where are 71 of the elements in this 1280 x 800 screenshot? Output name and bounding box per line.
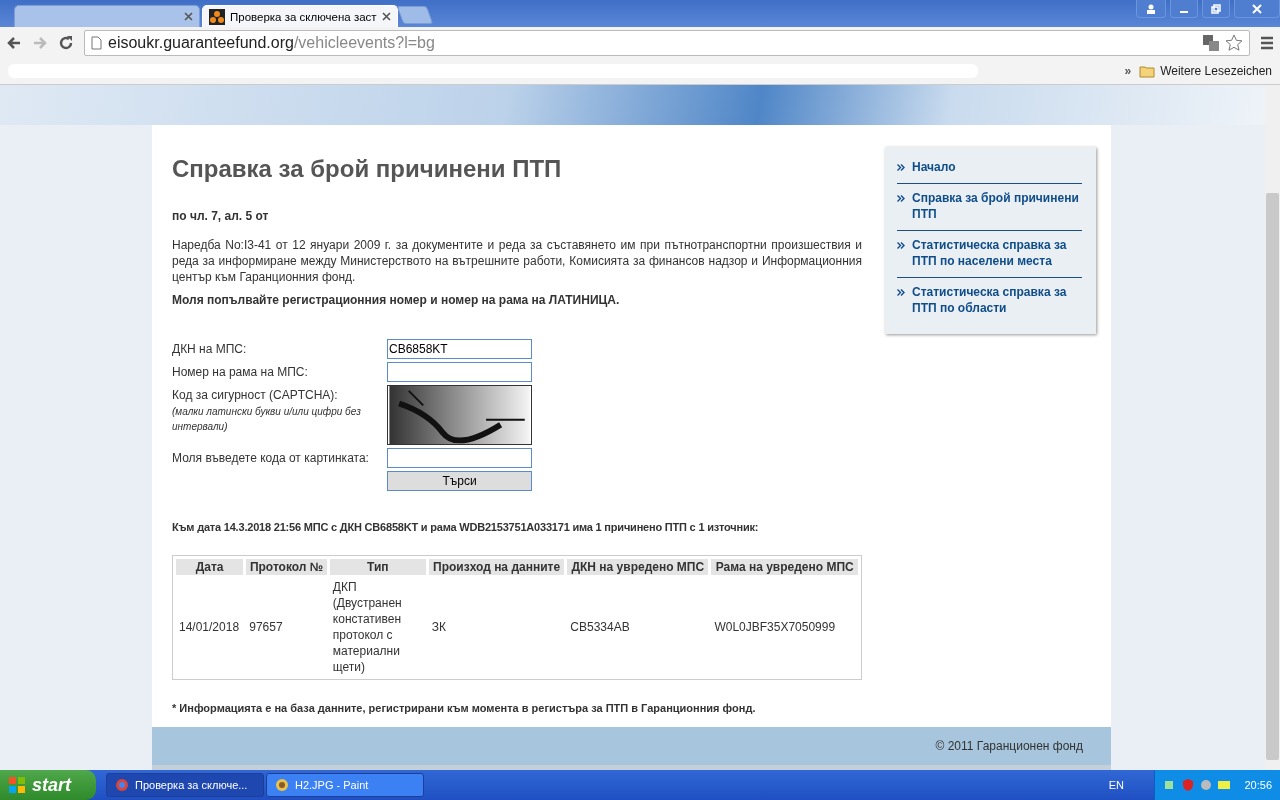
language-indicator[interactable]: EN [1108, 779, 1124, 791]
close-icon[interactable] [381, 12, 391, 21]
tab-title: Проверка за сключена заст [230, 10, 377, 23]
taskbar-button[interactable]: H2.JPG - Paint [266, 773, 424, 797]
chevron-icon [897, 289, 905, 296]
page-title: Справка за брой причинени ПТП [172, 155, 563, 183]
input-field[interactable] [387, 362, 532, 382]
search-button[interactable]: Търси [387, 471, 532, 491]
table-cell: CB5334AB [570, 620, 630, 634]
menu-icon[interactable] [1260, 35, 1274, 50]
start-button[interactable]: start [0, 770, 96, 800]
back-arrow-icon[interactable] [6, 34, 22, 51]
app-icon [275, 778, 289, 792]
footnote: * Информацията е на база данните, регистрирани към момента в регистъра за ПТП в Гаранционния фонд. [172, 702, 757, 714]
site-logo-icon [209, 8, 225, 25]
new-tab-button[interactable] [396, 6, 433, 24]
reload-icon[interactable] [58, 34, 74, 51]
field-label: Номер на рама на МПС: [172, 364, 309, 379]
more-bookmarks-button[interactable]: » [1124, 64, 1132, 78]
url-host: eisoukr.guaranteefund.org [108, 33, 294, 52]
subtitle: по чл. 7, ал. 5 от [172, 209, 270, 223]
minimize-icon [1180, 11, 1188, 13]
browser-tab[interactable]: Проверка за сключена заст [202, 5, 398, 27]
sidebar-link[interactable]: Статистическа справка за ПТП по населени места [897, 230, 1082, 277]
column-header: Рама на увредено МПС [711, 559, 858, 575]
column-header: Произход на данните [428, 559, 565, 575]
column-header: Тип [329, 559, 426, 575]
column-header: Дата [176, 559, 244, 575]
chevron-icon [897, 195, 905, 202]
minimize-button[interactable] [1170, 0, 1198, 18]
field-hint: (малки латински букви и/или цифри без интервали) [172, 405, 362, 434]
close-icon [1252, 3, 1262, 14]
column-header: ДКН на увредено МПС [567, 559, 709, 575]
table-cell: ДКП (Двустранен констативен протокол с материални щети) [332, 580, 402, 674]
clock: 20:56 [1244, 779, 1272, 791]
chevron-icon [897, 164, 905, 171]
sidebar-link[interactable]: Начало [897, 153, 1082, 183]
copyright-text: © 2011 Гаранционен фонд [935, 739, 1083, 753]
sidebar-link[interactable]: Справка за брой причинени ПТП [897, 183, 1082, 230]
restore-button[interactable] [1202, 0, 1230, 18]
sidebar-link[interactable]: Статистическа справка за ПТП по области [897, 277, 1082, 324]
field-label: Код за сигурност (CAPTCHA): [172, 387, 339, 402]
notice-text: Моля попълвайте регистрационния номер и номер на рама на ЛАТИНИЦА. [172, 293, 621, 307]
field-label: Моля въведете кода от картинката: [172, 450, 370, 465]
url-path: /vehicleevents?l=bg [293, 33, 435, 52]
column-header: Протокол № [246, 559, 327, 575]
taskbar-button[interactable]: Проверка за сключе... [106, 773, 264, 797]
table-cell: W0L0JBF35X7050999 [714, 620, 836, 634]
person-icon [1146, 3, 1156, 14]
profile-button[interactable] [1136, 0, 1166, 18]
star-icon[interactable] [1225, 33, 1243, 52]
windows-logo-icon [8, 776, 26, 794]
table-cell: 97657 [249, 620, 283, 634]
address-bar[interactable]: eisoukr.guaranteefund.org/vehicleevents?l=bg [84, 29, 1250, 56]
bookmark-folder[interactable]: Weitere Lesezeichen [1139, 64, 1272, 78]
page-icon [91, 35, 102, 50]
scrollbar[interactable] [1265, 85, 1280, 770]
app-icon [115, 778, 129, 792]
close-button[interactable] [1234, 0, 1280, 18]
close-icon[interactable] [184, 12, 193, 21]
table-cell: 14/01/2018 [179, 620, 240, 634]
tray-app-icon[interactable] [1217, 778, 1231, 792]
intro-paragraph: Наредба No:I3-41 от 12 януари 2009 г. за документите и реда за съставянето им при пътнотранспортни произшествия и реда за информиране между Министерството на вътрешните работи, Комисията за финансов надзор и Информационния център към Гаранционния фонд. [172, 237, 862, 285]
chevron-icon [897, 242, 905, 249]
field-label: ДКН на МПС: [172, 341, 248, 356]
folder-icon [1139, 64, 1156, 78]
input-field[interactable]: CB6858KT [387, 339, 532, 359]
input-field[interactable] [387, 448, 532, 468]
restore-icon [1211, 3, 1221, 14]
result-summary: Към дата 14.3.2018 21:56 МПС с ДКН CB6858KT и рама WDB2153751A033171 има 1 причинено ПТП с 1 източник: [172, 521, 760, 533]
table-cell: ЗК [431, 620, 447, 634]
